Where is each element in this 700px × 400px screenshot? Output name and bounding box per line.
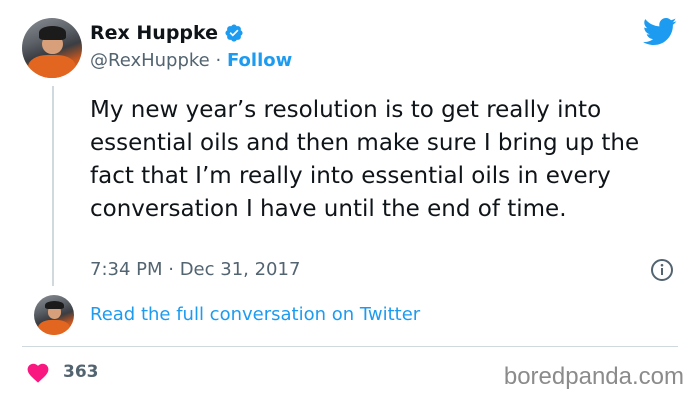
tweet-timestamp[interactable]: 7:34 PM · Dec 31, 2017	[90, 259, 300, 280]
thread-line	[52, 86, 54, 286]
handle-row: @RexHuppke · Follow	[90, 50, 292, 71]
read-full-conversation-link[interactable]: Read the full conversation on Twitter	[90, 304, 420, 325]
twitter-bird-icon[interactable]	[643, 17, 677, 47]
author-name[interactable]: Rex Huppke	[90, 22, 244, 44]
info-icon[interactable]	[650, 258, 674, 282]
watermark: boredpanda.com	[503, 363, 684, 390]
divider	[22, 346, 678, 347]
heart-icon[interactable]	[26, 361, 50, 383]
verified-badge-icon	[225, 24, 243, 42]
author-name-text[interactable]: Rex Huppke	[90, 22, 218, 44]
follow-button[interactable]: Follow	[227, 50, 292, 71]
like-count: 363	[63, 362, 99, 382]
tweet-text: My new year’s resolution is to get reall…	[90, 97, 640, 222]
author-avatar[interactable]	[22, 18, 82, 78]
separator-dot: ·	[215, 50, 222, 71]
reply-avatar[interactable]	[34, 295, 74, 335]
author-handle[interactable]: @RexHuppke	[90, 50, 210, 71]
